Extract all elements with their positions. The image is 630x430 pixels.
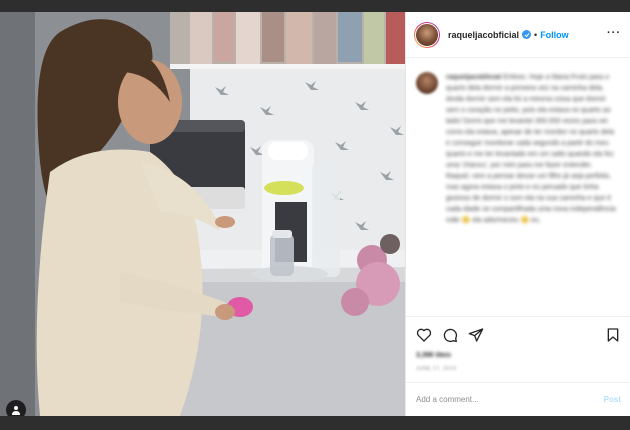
post-date: JUNE 17, 2019 <box>416 366 457 372</box>
heart-icon <box>416 328 432 342</box>
username-link[interactable]: raqueljacobficial <box>448 30 519 40</box>
separator-dot: • <box>534 29 538 40</box>
save-button[interactable] <box>603 325 623 345</box>
person-icon <box>12 406 20 415</box>
comment-box: Add a comment... Post <box>406 382 630 416</box>
avatar[interactable] <box>415 22 439 47</box>
more-options-icon[interactable]: ··· <box>607 27 621 39</box>
caption-text: raqueljacobficial Enfeoo. Hoje a Maria F… <box>446 72 616 226</box>
bottom-bar <box>0 416 630 430</box>
top-bar <box>0 0 630 12</box>
caption-avatar[interactable] <box>416 72 438 94</box>
caption-body: Enfeoo. Hoje a Maria Fruto para o quarto… <box>446 74 616 224</box>
caption-area: raqueljacobficial Enfeoo. Hoje a Maria F… <box>406 58 630 316</box>
post-side-panel: raqueljacobficial • Follow ··· raqueljac… <box>405 12 630 416</box>
verified-badge-icon <box>522 30 532 39</box>
photo-scene <box>0 12 405 416</box>
user-tag-button[interactable] <box>6 400 26 416</box>
post-comment-button[interactable]: Post <box>604 395 621 404</box>
action-bar <box>406 316 630 356</box>
share-button[interactable] <box>466 325 486 345</box>
follow-button[interactable]: Follow <box>540 30 569 40</box>
caption-username[interactable]: raqueljacobficial <box>446 74 501 81</box>
post-header: raqueljacobficial • Follow ··· <box>406 12 630 58</box>
paper-plane-icon <box>468 328 484 342</box>
story-ring[interactable] <box>414 21 440 48</box>
like-button[interactable] <box>414 325 434 345</box>
bookmark-icon <box>607 328 619 342</box>
likes-count[interactable]: 3,396 likes <box>416 352 451 359</box>
comment-icon <box>443 328 458 343</box>
comment-button[interactable] <box>440 325 460 345</box>
post-photo[interactable] <box>0 12 405 416</box>
comment-input[interactable]: Add a comment... <box>416 395 604 404</box>
